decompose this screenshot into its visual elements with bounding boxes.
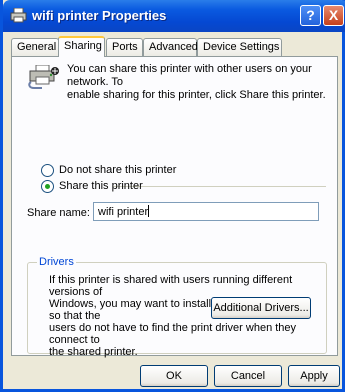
title-bar[interactable]: wifi printer Properties ? X (3, 0, 345, 32)
printer-icon (10, 8, 27, 23)
do-not-share-label[interactable]: Do not share this printer (59, 164, 176, 177)
share-name-input[interactable]: wifi printer (93, 202, 319, 221)
text-caret (148, 205, 150, 217)
ok-button[interactable]: OK (140, 365, 208, 387)
properties-window: wifi printer Properties ? X General Shar… (0, 0, 345, 392)
tab-advanced[interactable]: Advanced (143, 38, 198, 56)
share-radio[interactable] (41, 180, 54, 193)
tab-sharing[interactable]: Sharing (58, 36, 105, 57)
sharing-info-text: You can share this printer with other us… (67, 63, 326, 101)
share-group-divider (113, 186, 326, 187)
tab-device-settings[interactable]: Device Settings (197, 38, 282, 56)
window-title: wifi printer Properties (32, 8, 167, 23)
share-name-label: Share name: (27, 207, 90, 219)
tab-general[interactable]: General (11, 38, 59, 56)
share-label[interactable]: Share this printer (59, 180, 143, 193)
drivers-legend: Drivers (37, 256, 76, 268)
apply-button[interactable]: Apply (288, 365, 340, 387)
share-name-value: wifi printer (98, 206, 149, 218)
radio-selected-dot (45, 184, 50, 189)
do-not-share-radio[interactable] (41, 164, 54, 177)
shared-printer-icon (28, 65, 59, 89)
help-button[interactable]: ? (300, 5, 321, 26)
close-button[interactable]: X (323, 5, 344, 26)
cancel-button[interactable]: Cancel (214, 365, 282, 387)
tab-ports[interactable]: Ports (106, 38, 143, 56)
additional-drivers-button[interactable]: Additional Drivers... (211, 297, 311, 319)
